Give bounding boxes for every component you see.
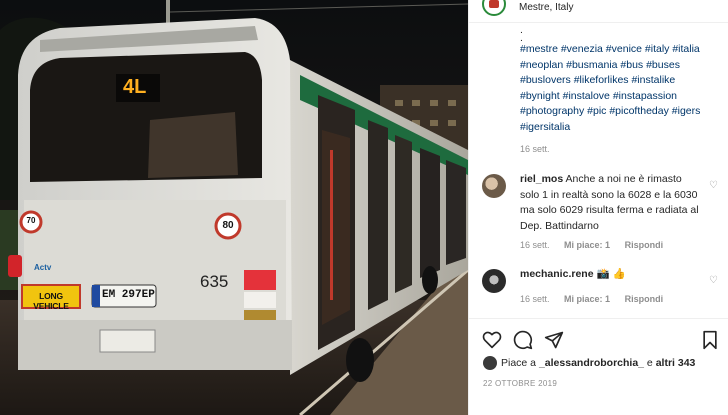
operator-logo: Actv: [34, 263, 52, 272]
like-comment-heart-icon[interactable]: ♡: [709, 276, 719, 286]
heart-icon[interactable]: [482, 331, 502, 349]
liker-avatar[interactable]: [483, 356, 497, 370]
profile-avatar[interactable]: [482, 0, 506, 16]
speed-limit-right: 80: [222, 220, 234, 231]
comment-meta: 16 sett. Mi piace: 1 Rispondi: [520, 294, 675, 304]
likes-middle: e: [644, 356, 656, 369]
post-side-panel: Mestre, Italy . . #mestre #venezia #veni…: [468, 0, 728, 415]
commenter-avatar[interactable]: [482, 269, 506, 293]
hashtag-line[interactable]: #buslovers #likeforlikes #instalike: [520, 73, 720, 89]
reply-button[interactable]: Rispondi: [625, 294, 664, 304]
fleet-number: 635: [200, 272, 229, 291]
post-header: Mestre, Italy: [469, 0, 728, 23]
bookmark-icon[interactable]: [701, 330, 719, 350]
post-photo[interactable]: 4L 70 80 Actv 635 LONG VEHICLE EM 297EP: [0, 0, 468, 415]
long-vehicle-sign: LONG VEHICLE: [33, 291, 69, 311]
speed-limit-left: 70: [26, 216, 36, 225]
post-caption: . . #mestre #venezia #venice #italy #ita…: [520, 24, 720, 136]
comment-username[interactable]: riel_mos: [520, 173, 563, 185]
comment-body: 📸 👍: [596, 268, 626, 280]
comment-text: mechanic.rene 📸 👍: [520, 267, 700, 283]
comment-likes[interactable]: Mi piace: 1: [564, 240, 610, 250]
comment-meta: 16 sett. Mi piace: 1 Rispondi: [520, 240, 675, 250]
comment-likes[interactable]: Mi piace: 1: [564, 294, 610, 304]
comment-time[interactable]: 16 sett.: [520, 294, 550, 304]
comment-text: riel_mos Anche a noi ne è rimasto solo 1…: [520, 172, 700, 234]
comment-icon[interactable]: [513, 330, 533, 350]
like-comment-heart-icon[interactable]: ♡: [709, 181, 719, 191]
caption-dot: .: [520, 24, 523, 36]
likes-prefix: Piace a: [501, 356, 539, 369]
commenter-avatar[interactable]: [482, 174, 506, 198]
caption-dot: .: [520, 32, 523, 44]
likes-summary: Piace a _alessandroborchia_ e altri 343: [483, 356, 695, 370]
caption-timestamp[interactable]: 16 sett.: [520, 144, 550, 154]
post-date[interactable]: 22 OTTOBRE 2019: [483, 379, 557, 388]
hashtag-line[interactable]: #photography #pic #picoftheday #igers: [520, 104, 720, 120]
location-link[interactable]: Mestre, Italy: [519, 2, 573, 13]
comment-time[interactable]: 16 sett.: [520, 240, 550, 250]
bus-photo-illustration: [0, 0, 468, 415]
reply-button[interactable]: Rispondi: [625, 240, 664, 250]
likes-others[interactable]: altri 343: [656, 357, 696, 369]
hashtag-line[interactable]: #igersitalia: [520, 120, 720, 136]
route-display: 4L: [123, 76, 147, 98]
licence-plate: EM 297EP: [102, 289, 155, 301]
share-icon[interactable]: [544, 330, 564, 350]
liker-username[interactable]: _alessandroborchia_: [539, 357, 644, 369]
hashtag-line[interactable]: #mestre #venezia #venice #italy #italia: [520, 42, 720, 58]
hashtag-line[interactable]: #bynight #instalove #instapassion: [520, 89, 720, 105]
post-actions: Piace a _alessandroborchia_ e altri 343 …: [469, 318, 728, 415]
comment-username[interactable]: mechanic.rene: [520, 268, 594, 280]
hashtag-line[interactable]: #neoplan #busmania #bus #buses: [520, 58, 720, 74]
